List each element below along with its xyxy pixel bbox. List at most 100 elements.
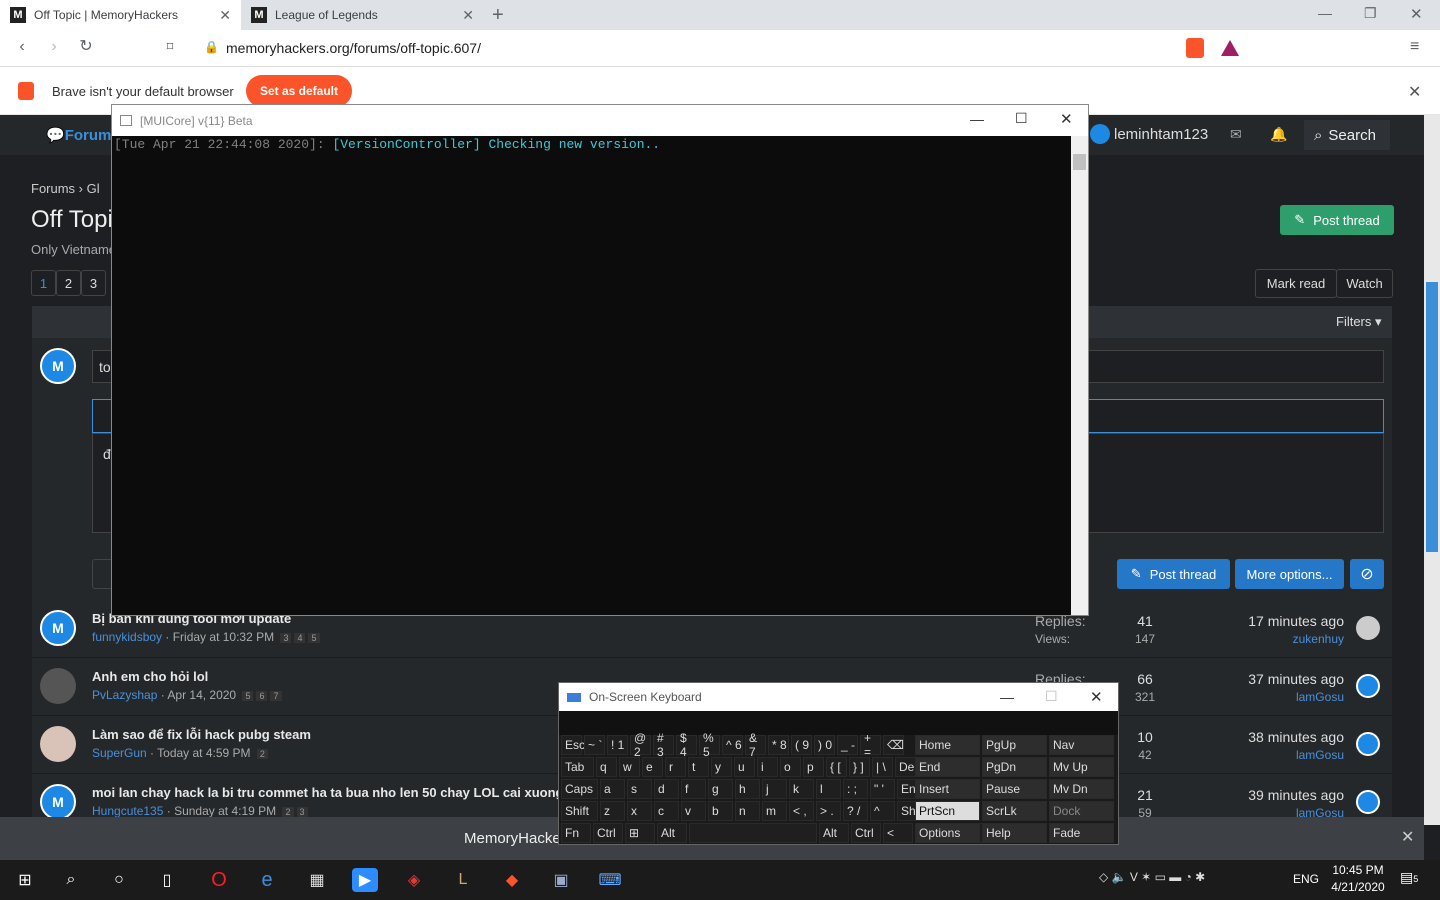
inbox-icon[interactable]: ✉ <box>1230 126 1242 143</box>
search-icon[interactable]: ⌕ <box>58 868 84 892</box>
osk-key[interactable]: | \ <box>872 757 893 777</box>
thread-page-link[interactable]: 3 <box>280 633 292 643</box>
osk-key[interactable]: l <box>816 779 841 799</box>
opera-icon[interactable]: O <box>206 868 232 892</box>
thread-author[interactable]: Hungcute135 <box>92 804 163 818</box>
osk-key[interactable]: n <box>735 801 760 821</box>
osk-key[interactable]: Esc <box>561 735 585 755</box>
osk-key[interactable]: < , <box>789 801 814 821</box>
page-2-link[interactable]: 2 <box>56 270 81 296</box>
breadcrumb-item[interactable]: Gl <box>87 181 100 196</box>
osk-nav-key[interactable]: PgDn <box>982 757 1047 777</box>
osk-key[interactable]: ? / <box>843 801 868 821</box>
post-thread-button[interactable]: ✎ Post thread <box>1280 205 1394 235</box>
osk-key[interactable]: ~ ` <box>584 735 605 755</box>
thread-author[interactable]: funnykidsboy <box>92 630 162 644</box>
osk-key[interactable]: Del <box>895 757 917 777</box>
osk-key[interactable]: } ] <box>849 757 870 777</box>
last-poster-avatar[interactable] <box>1356 616 1380 640</box>
thread-title[interactable]: moi lan chay hack la bi tru commet ha ta… <box>92 785 564 800</box>
osk-key[interactable]: q <box>596 757 617 777</box>
thread-page-link[interactable]: 6 <box>256 691 268 701</box>
last-poster-avatar[interactable] <box>1356 674 1380 698</box>
osk-key[interactable]: > . <box>816 801 841 821</box>
osk-key[interactable]: Ctrl <box>593 823 623 843</box>
osk-key[interactable]: d <box>654 779 679 799</box>
osk-key[interactable]: w <box>619 757 640 777</box>
osk-nav-key[interactable]: Fade <box>1049 823 1114 843</box>
osk-key[interactable]: p <box>803 757 824 777</box>
close-notice-icon[interactable]: ✕ <box>1401 827 1414 847</box>
set-as-default-button[interactable]: Set as default <box>246 75 352 107</box>
restore-icon[interactable]: ❐ <box>1364 5 1377 22</box>
osk-nav-key[interactable]: Options <box>915 823 980 843</box>
osk-key[interactable]: ^ <box>870 801 895 821</box>
last-post-time[interactable]: 38 minutes ago <box>1200 729 1344 745</box>
osk-nav-key[interactable]: ScrLk <box>982 801 1047 821</box>
task-view-icon[interactable]: ▯ <box>154 868 180 892</box>
close-infobar-icon[interactable]: ✕ <box>1408 82 1421 102</box>
osk-key[interactable]: Alt <box>657 823 687 843</box>
page-scrollbar-thumb[interactable] <box>1426 282 1438 552</box>
osk-key[interactable]: ^ 6 <box>722 735 743 755</box>
edge-icon[interactable]: e <box>254 868 280 892</box>
osk-nav-key[interactable]: Help <box>982 823 1047 843</box>
osk-nav-key[interactable]: Pause <box>982 779 1047 799</box>
notification-center-icon[interactable]: ▤5 <box>1400 869 1418 886</box>
osk-key[interactable]: b <box>708 801 733 821</box>
brave-shields-icon[interactable] <box>1186 38 1204 58</box>
osk-key[interactable]: i <box>757 757 778 777</box>
osk-key[interactable]: t <box>688 757 709 777</box>
osk-key[interactable]: Caps <box>561 779 598 799</box>
thread-page-link[interactable]: 5 <box>308 633 320 643</box>
forward-icon[interactable]: › <box>44 37 64 57</box>
menu-icon[interactable]: ≡ <box>1410 38 1419 56</box>
thread-avatar[interactable]: M <box>40 784 76 820</box>
osk-nav-key[interactable]: Insert <box>915 779 980 799</box>
nav-forums[interactable]: 💬Forum <box>46 126 111 144</box>
bookmark-icon[interactable]: ⌑ <box>160 37 180 57</box>
osk-key[interactable]: k <box>789 779 814 799</box>
thread-page-link[interactable]: 4 <box>294 633 306 643</box>
osk-key[interactable]: ⌫ <box>883 735 904 755</box>
close-tab-icon[interactable]: ✕ <box>219 7 231 24</box>
osk-key[interactable]: s <box>627 779 652 799</box>
thread-avatar[interactable] <box>40 668 76 704</box>
osk-key[interactable]: + = <box>860 731 881 759</box>
tray-icons[interactable]: ◇ 🔈 V ✶ ▭ ▬ ◔ ✱ <box>1099 870 1205 884</box>
osk-key[interactable]: z <box>600 801 625 821</box>
osk-key[interactable]: # 3 <box>653 731 674 759</box>
osk-nav-key[interactable]: Mv Dn <box>1049 779 1114 799</box>
close-window-icon[interactable]: ✕ <box>1410 5 1423 23</box>
last-post-time[interactable]: 17 minutes ago <box>1200 613 1344 629</box>
osk-key[interactable]: Fn <box>561 823 591 843</box>
close-tab-icon[interactable]: ✕ <box>462 7 474 24</box>
tab-off-topic[interactable]: M Off Topic | MemoryHackers ✕ <box>0 0 241 30</box>
thread-page-link[interactable]: 3 <box>296 807 308 817</box>
osk-key[interactable]: ⊞ <box>625 823 655 843</box>
osk-nav-key[interactable]: PrtScn <box>915 801 980 821</box>
windows-start-icon[interactable]: ⊞ <box>12 868 38 892</box>
thread-avatar[interactable]: M <box>40 610 76 646</box>
osk-key[interactable]: y <box>711 757 732 777</box>
alerts-icon[interactable]: 🔔 <box>1270 126 1287 143</box>
brave-rewards-icon[interactable] <box>1221 40 1239 56</box>
osk-key[interactable]: < <box>883 823 913 843</box>
thread-page-link[interactable]: 2 <box>256 749 268 759</box>
osk-maximize-icon[interactable]: ☐ <box>1045 688 1058 705</box>
osk-nav-key[interactable]: Nav <box>1049 735 1114 755</box>
tab-league-of-legends[interactable]: M League of Legends ✕ <box>241 0 484 30</box>
osk-nav-key[interactable]: PgUp <box>982 735 1047 755</box>
last-post-user[interactable]: zukenhuy <box>1200 632 1344 646</box>
clock[interactable]: 10:45 PM 4/21/2020 <box>1326 863 1390 894</box>
osk-nav-key[interactable]: Dock <box>1049 801 1114 821</box>
osk-key[interactable]: Ctrl <box>851 823 881 843</box>
osk-key[interactable]: h <box>735 779 760 799</box>
osk-key[interactable]: * 8 <box>768 735 789 755</box>
console-close-icon[interactable]: ✕ <box>1060 110 1073 128</box>
osk-key[interactable]: e <box>642 757 663 777</box>
osk-key[interactable]: o <box>780 757 801 777</box>
osk-key[interactable]: @ 2 <box>630 731 651 759</box>
post-thread-submit-button[interactable]: ✎ Post thread <box>1117 559 1230 589</box>
osk-key[interactable]: x <box>627 801 652 821</box>
